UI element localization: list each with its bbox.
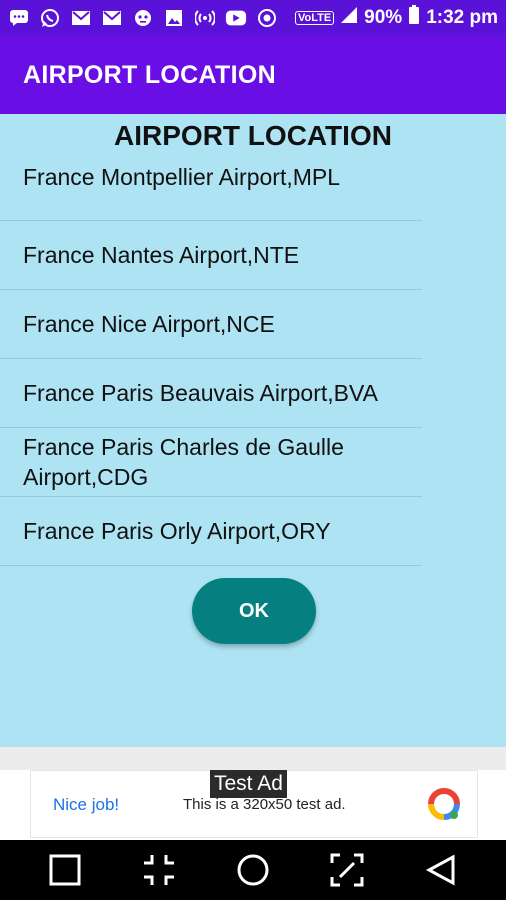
status-right: VoLTE 90% 1:32 pm (294, 5, 498, 31)
screenshot-icon (330, 853, 364, 887)
exit-fullscreen-icon (144, 855, 174, 885)
volte-badge: VoLTE (294, 11, 335, 25)
app-bar: AIRPORT LOCATION (0, 36, 506, 114)
back-button[interactable] (421, 850, 461, 890)
status-bar: VoLTE 90% 1:32 pm (0, 0, 506, 36)
list-item[interactable]: France Nice Airport,NCE (0, 290, 422, 359)
app-title: AIRPORT LOCATION (23, 60, 276, 89)
square-icon (49, 854, 81, 886)
test-ad-label: Test Ad (210, 770, 287, 798)
vpn-icon (256, 8, 278, 28)
home-circle-icon (237, 854, 269, 886)
hotspot-icon (194, 8, 216, 28)
list-item[interactable]: France Paris Beauvais Airport,BVA (0, 359, 422, 428)
screenshot-button[interactable] (327, 850, 367, 890)
page-heading: AIRPORT LOCATION (114, 120, 392, 151)
list-item[interactable]: France Montpellier Airport,MPL (0, 152, 422, 221)
signal-icon (340, 6, 358, 30)
airport-name: France Montpellier Airport,MPL (23, 164, 341, 190)
airport-name: France Paris Beauvais Airport,BVA (23, 380, 378, 406)
ad-nice-text: Nice job! (53, 795, 120, 814)
main-content: AIRPORT LOCATION France Montpellier Airp… (0, 114, 506, 747)
airport-name: France Nice Airport,NCE (23, 311, 275, 337)
youtube-icon (225, 8, 247, 28)
divider-strip (0, 747, 506, 770)
bug-icon (132, 8, 154, 28)
airport-list: France Montpellier Airport,MPL France Na… (0, 152, 422, 566)
clock: 1:32 pm (426, 7, 498, 28)
airport-name: France Nantes Airport,NTE (23, 242, 300, 268)
ad-logo-icon (425, 785, 463, 823)
ad-area: Nice job! This is a 320x50 test ad. Test… (0, 770, 506, 840)
airport-name: France Paris Charles de Gaulle Airport,C… (23, 434, 344, 490)
exit-fullscreen-button[interactable] (139, 850, 179, 890)
gmail-icon (101, 8, 123, 28)
chat-icon (8, 8, 30, 28)
battery-icon (408, 5, 420, 31)
battery-percent: 90% (364, 7, 403, 28)
list-item[interactable]: France Paris Orly Airport,ORY (0, 497, 422, 566)
airport-name: France Paris Orly Airport,ORY (23, 518, 331, 544)
gmail-icon (70, 8, 92, 28)
home-button[interactable] (233, 850, 273, 890)
recents-button[interactable] (45, 850, 85, 890)
back-triangle-icon (425, 854, 455, 886)
notification-icons (8, 8, 278, 28)
nav-bar (0, 840, 506, 900)
list-item[interactable]: France Nantes Airport,NTE (0, 221, 422, 290)
list-item[interactable]: France Paris Charles de Gaulle Airport,C… (0, 428, 422, 497)
whatsapp-icon (39, 8, 61, 28)
ad-body-text: This is a 320x50 test ad. (183, 796, 346, 813)
image-icon (163, 8, 185, 28)
ok-button[interactable]: OK (192, 578, 316, 644)
